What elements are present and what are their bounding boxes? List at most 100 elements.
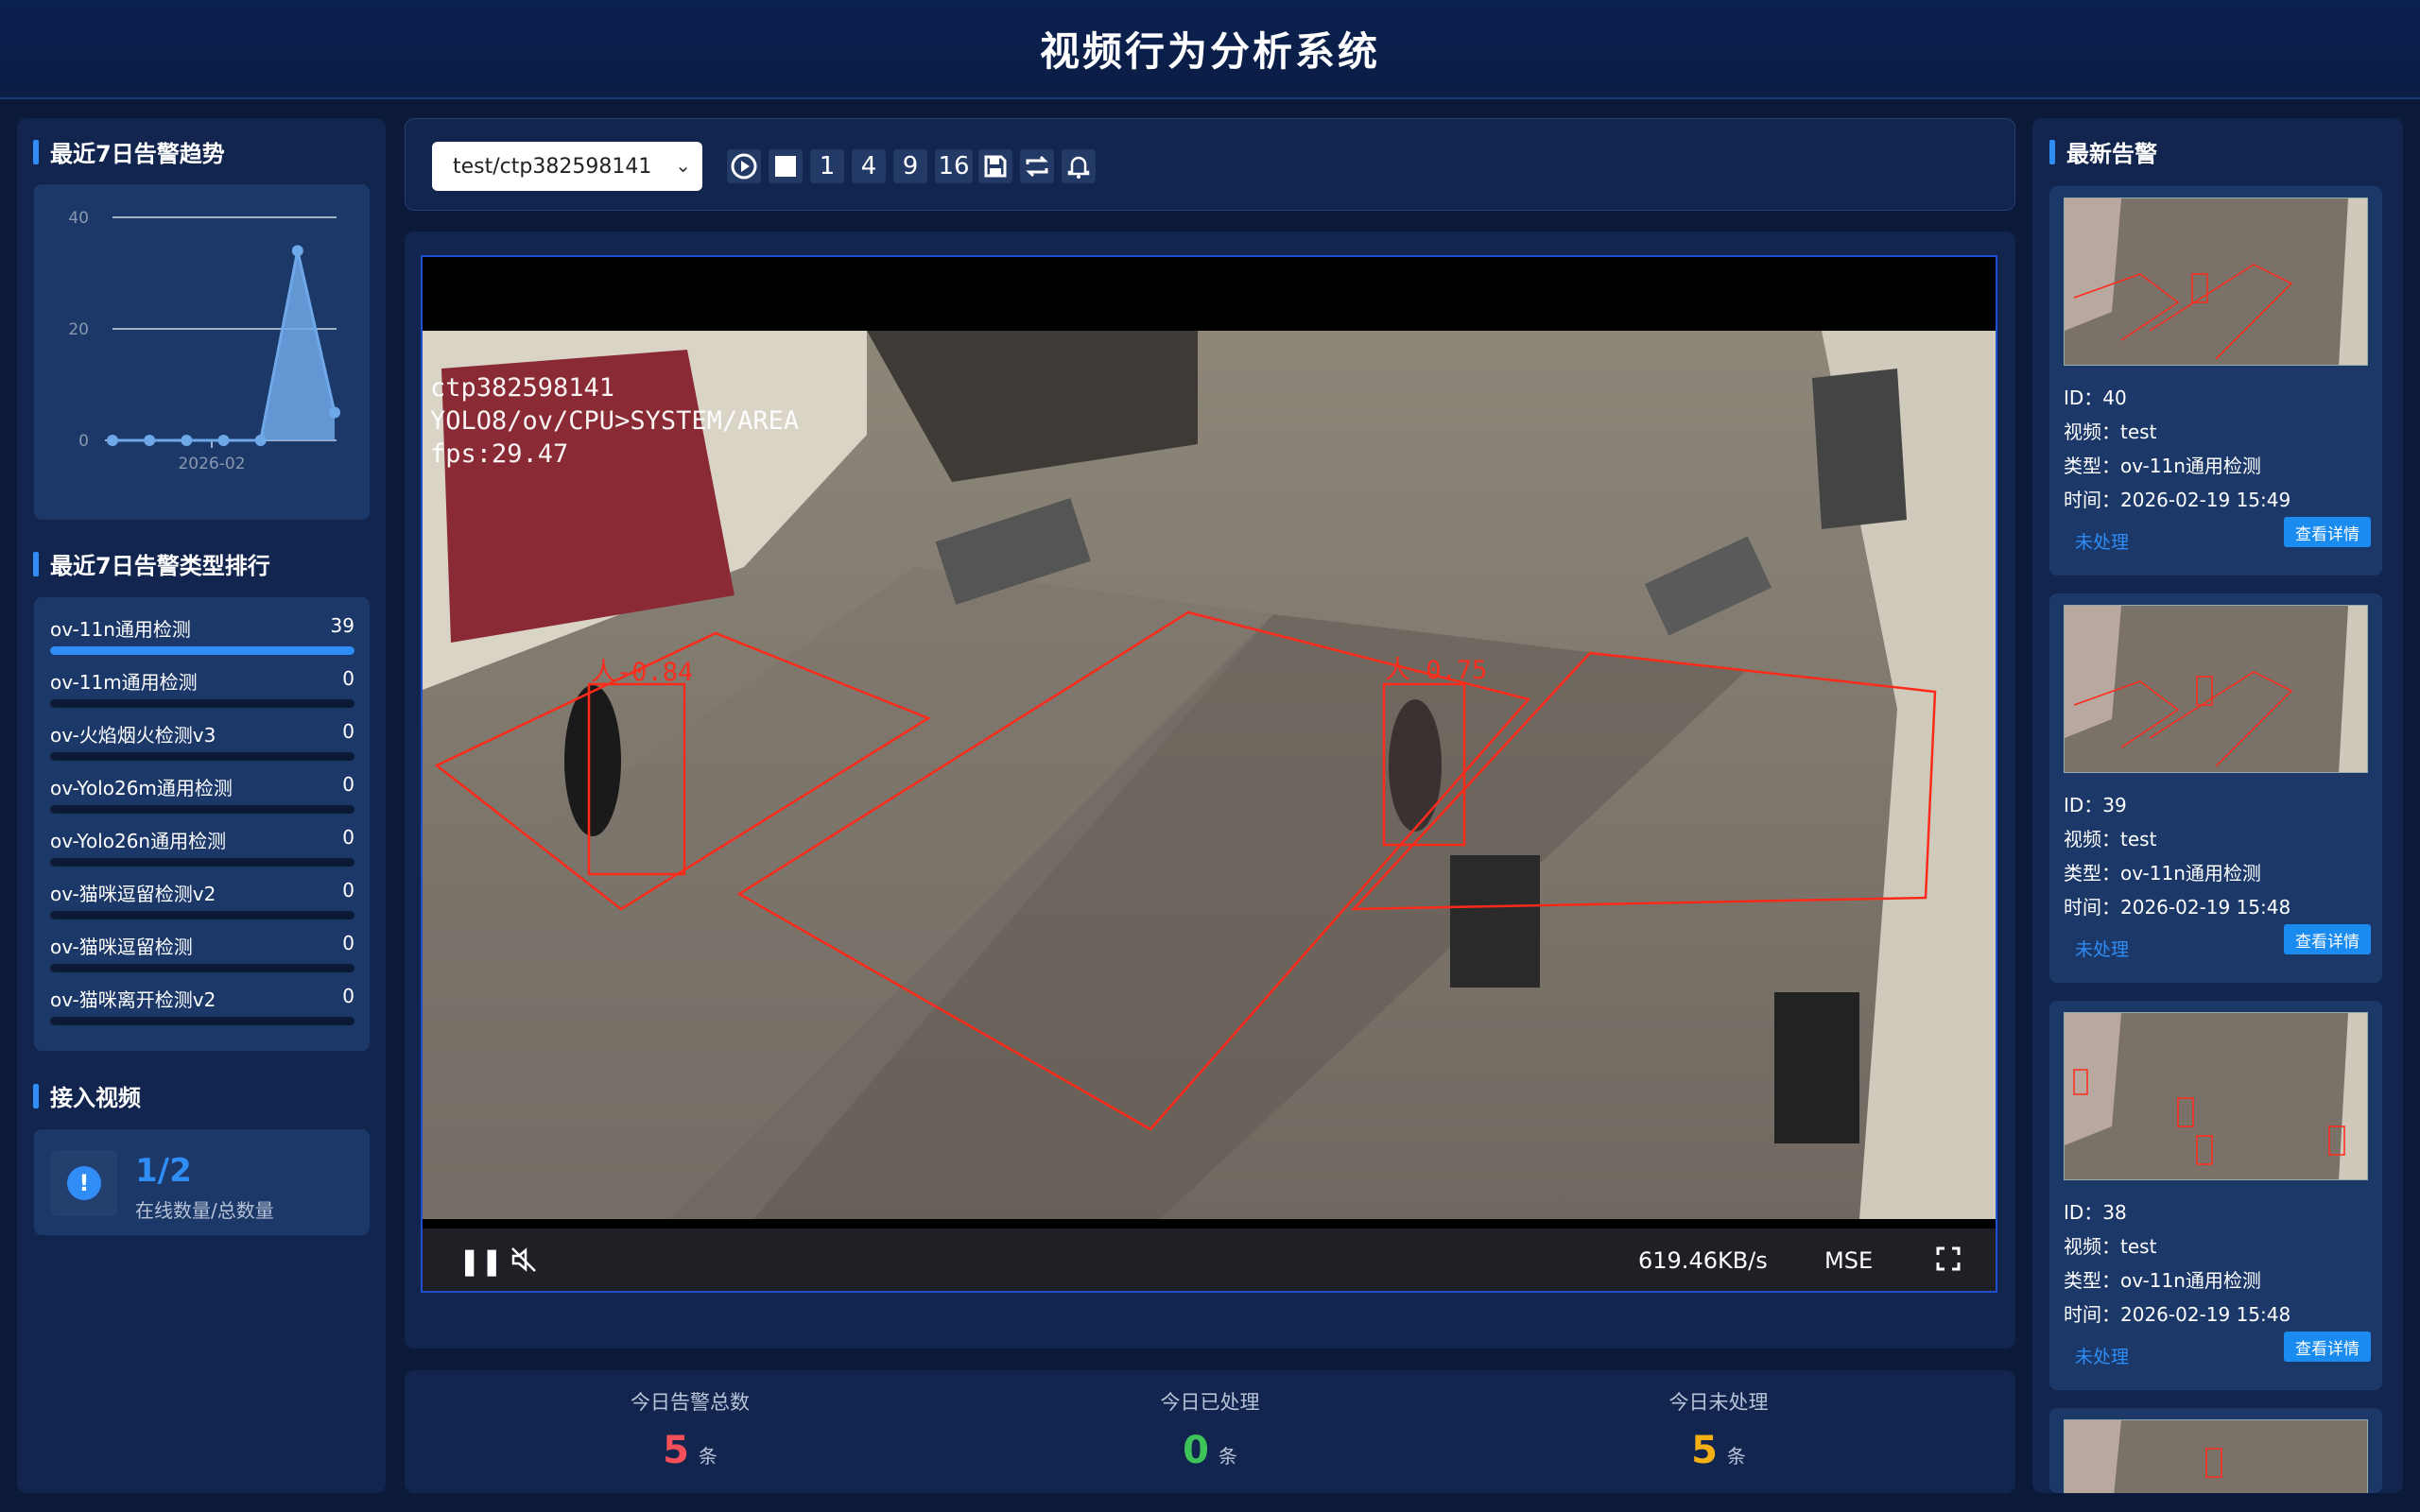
rank-bar-track (50, 1017, 354, 1025)
stat-total-label: 今日告警总数 (631, 1391, 750, 1414)
alarm-card (2049, 1408, 2382, 1493)
rank-bar-track (50, 858, 354, 867)
rank-bar-track (50, 805, 354, 814)
alarm-type: 类型：ov-11n通用检测 (2064, 455, 2261, 477)
fullscreen-icon[interactable] (1935, 1246, 1962, 1279)
rank-item: ov-火焰烟火检测v3 0 (50, 714, 354, 767)
y-tick-label: 20 (68, 320, 89, 339)
rank-item: ov-Yolo26m通用检测 0 (50, 767, 354, 820)
alarm-status[interactable]: 未处理 (2075, 528, 2129, 554)
rank-count: 0 (342, 932, 354, 954)
stream-select[interactable]: test/ctp382598141 ⌄ (432, 142, 702, 191)
rank-bar-track (50, 911, 354, 919)
video-count-caption: 在线数量/总数量 (135, 1199, 274, 1222)
rank-count: 0 (342, 826, 354, 849)
player-toolbar: test/ctp382598141 ⌄ 1 4 9 16 (405, 118, 2015, 211)
rank-count: 0 (342, 879, 354, 902)
alarm-status[interactable]: 未处理 (2075, 1343, 2129, 1368)
rank-item: ov-11m通用检测 0 (50, 662, 354, 714)
alarm-video: 视频：test (2064, 1235, 2157, 1258)
alarm-thumbnail[interactable] (2064, 605, 2368, 773)
view-detail-button[interactable]: 查看详情 (2284, 517, 2371, 547)
rank-label: ov-11n通用检测 (50, 618, 191, 641)
save-icon[interactable] (978, 149, 1012, 183)
rank-bar-fill (50, 646, 354, 655)
alarm-time: 时间：2026-02-19 15:48 (2064, 896, 2291, 919)
rank-label: ov-11m通用检测 (50, 671, 198, 694)
info-icon-box: ! (51, 1150, 117, 1216)
alarm-id: ID：39 (2064, 794, 2127, 816)
alarm-type: 类型：ov-11n通用检测 (2064, 1269, 2261, 1292)
alarm-thumbnail[interactable] (2064, 1012, 2368, 1180)
rank-label: ov-猫咪离开检测v2 (50, 988, 216, 1011)
rank-item: ov-11n通用检测 39 (50, 609, 354, 662)
rank-bar-track (50, 646, 354, 655)
rank-item: ov-猫咪离开检测v2 0 (50, 979, 354, 1032)
stat-done: 今日已处理 0条 (1068, 1387, 1352, 1472)
alarm-id: ID：40 (2064, 387, 2127, 409)
stat-total: 今日告警总数 5条 (548, 1387, 832, 1472)
alarm-time: 时间：2026-02-19 15:48 (2064, 1303, 2291, 1326)
bell-icon[interactable] (1062, 149, 1096, 183)
trend-chart: 0 20 40 2026-02 (68, 209, 340, 473)
stream-select-value: test/ctp382598141 (453, 154, 652, 179)
layout-4-button[interactable]: 4 (852, 149, 886, 183)
view-detail-button[interactable]: 查看详情 (2284, 924, 2371, 954)
stat-pending-value: 5 (1691, 1429, 1718, 1472)
rank-card: ov-11n通用检测 39 ov-11m通用检测 0 ov-火焰烟火检测v3 0… (34, 597, 370, 1051)
series-area (112, 250, 335, 440)
video-online-count: 1/2 (135, 1152, 192, 1190)
video-title: 接入视频 (33, 1078, 141, 1112)
alarm-time: 时间：2026-02-19 15:49 (2064, 489, 2291, 511)
rank-count: 0 (342, 773, 354, 796)
rank-count: 0 (342, 720, 354, 743)
overlay-pipeline: YOLO8/ov/CPU>SYSTEM/AREA (430, 406, 800, 436)
stop-icon[interactable] (769, 149, 803, 183)
rank-label: ov-火焰烟火检测v3 (50, 724, 216, 747)
stream-mode: MSE (1824, 1247, 1874, 1274)
x-tick-label: 2026-02 (178, 455, 245, 473)
refresh-icon[interactable] (1020, 149, 1054, 183)
mute-icon[interactable] (510, 1246, 538, 1280)
today-stats: 今日告警总数 5条 今日已处理 0条 今日未处理 5条 (405, 1370, 2015, 1493)
rank-item: ov-猫咪逗留检测v2 0 (50, 873, 354, 926)
play-circle-icon[interactable] (727, 149, 761, 183)
view-detail-button[interactable]: 查看详情 (2284, 1332, 2371, 1362)
video-player[interactable]: ctp382598141 YOLO8/ov/CPU>SYSTEM/AREA fp… (421, 255, 1997, 1293)
layout-1-button[interactable]: 1 (810, 149, 844, 183)
y-tick-label: 40 (68, 209, 89, 228)
alarm-card: ID：39 视频：test 类型：ov-11n通用检测 时间：2026-02-1… (2049, 593, 2382, 983)
stat-total-value: 5 (663, 1429, 689, 1472)
rank-count: 0 (342, 985, 354, 1007)
layout-9-button[interactable]: 9 (893, 149, 927, 183)
stat-pending: 今日未处理 5条 (1577, 1387, 1860, 1472)
rank-label: ov-Yolo26n通用检测 (50, 830, 227, 852)
rank-label: ov-猫咪逗留检测v2 (50, 883, 216, 905)
alarm-type: 类型：ov-11n通用检测 (2064, 862, 2261, 885)
alarm-thumbnail[interactable] (2064, 198, 2368, 366)
alarm-id: ID：38 (2064, 1201, 2127, 1224)
layout-16-button[interactable]: 16 (935, 149, 973, 183)
data-point (217, 435, 230, 446)
rank-count: 0 (342, 667, 354, 690)
data-point (329, 406, 340, 419)
rank-label: ov-Yolo26m通用检测 (50, 777, 233, 799)
rank-item: ov-猫咪逗留检测 0 (50, 926, 354, 979)
video-stat-card: ! 1/2 在线数量/总数量 (34, 1129, 370, 1235)
stat-unit: 条 (1218, 1445, 1237, 1468)
alarm-thumbnail[interactable] (2064, 1419, 2368, 1493)
pause-icon[interactable]: ❚❚ (458, 1246, 503, 1277)
rank-bar-track (50, 964, 354, 972)
rank-item: ov-Yolo26n通用检测 0 (50, 820, 354, 873)
overlay-stream-id: ctp382598141 (430, 373, 615, 403)
y-tick-label: 0 (78, 432, 89, 451)
alarm-card: ID：40 视频：test 类型：ov-11n通用检测 时间：2026-02-1… (2049, 186, 2382, 576)
rank-bar-track (50, 699, 354, 708)
rank-count: 39 (330, 614, 354, 637)
exclamation-icon: ! (67, 1166, 101, 1200)
alarm-status[interactable]: 未处理 (2075, 936, 2129, 961)
data-point (291, 245, 303, 257)
alarm-video: 视频：test (2064, 421, 2157, 443)
trend-title: 最近7日告警趋势 (33, 134, 225, 168)
alarms-title: 最新告警 (2049, 134, 2157, 168)
